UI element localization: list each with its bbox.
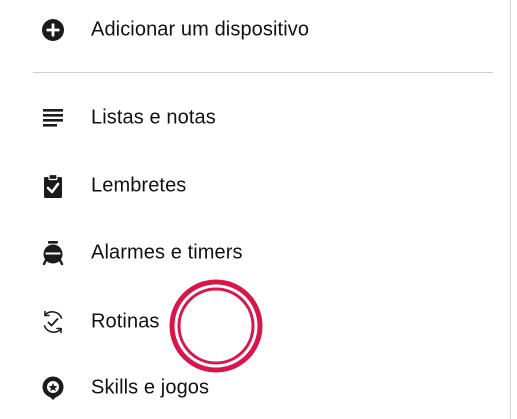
menu-item-routines[interactable]: Rotinas [0,294,510,350]
menu-item-skills-games[interactable]: Skills e jogos [0,360,510,416]
menu-item-reminders[interactable]: Lembretes [0,158,510,214]
menu-item-label: Listas e notas [91,106,216,129]
alarm-clock-icon [38,238,68,268]
menu-divider [33,72,493,73]
menu-item-add-device[interactable]: Adicionar um dispositivo [0,2,510,58]
list-icon [38,103,68,133]
menu-item-lists-notes[interactable]: Listas e notas [0,90,510,146]
skills-badge-icon [38,373,68,403]
plus-circle-icon [38,15,68,45]
side-menu: Adicionar um dispositivo Listas e notas … [0,0,511,419]
menu-item-alarms-timers[interactable]: Alarmes e timers [0,225,510,281]
menu-item-label: Rotinas [91,310,160,333]
menu-item-label: Alarmes e timers [91,241,243,264]
routine-refresh-check-icon [38,307,68,337]
menu-item-label: Skills e jogos [91,376,210,399]
menu-item-label: Lembretes [91,174,187,197]
clipboard-check-icon [38,171,68,201]
menu-item-label: Adicionar um dispositivo [91,18,310,41]
